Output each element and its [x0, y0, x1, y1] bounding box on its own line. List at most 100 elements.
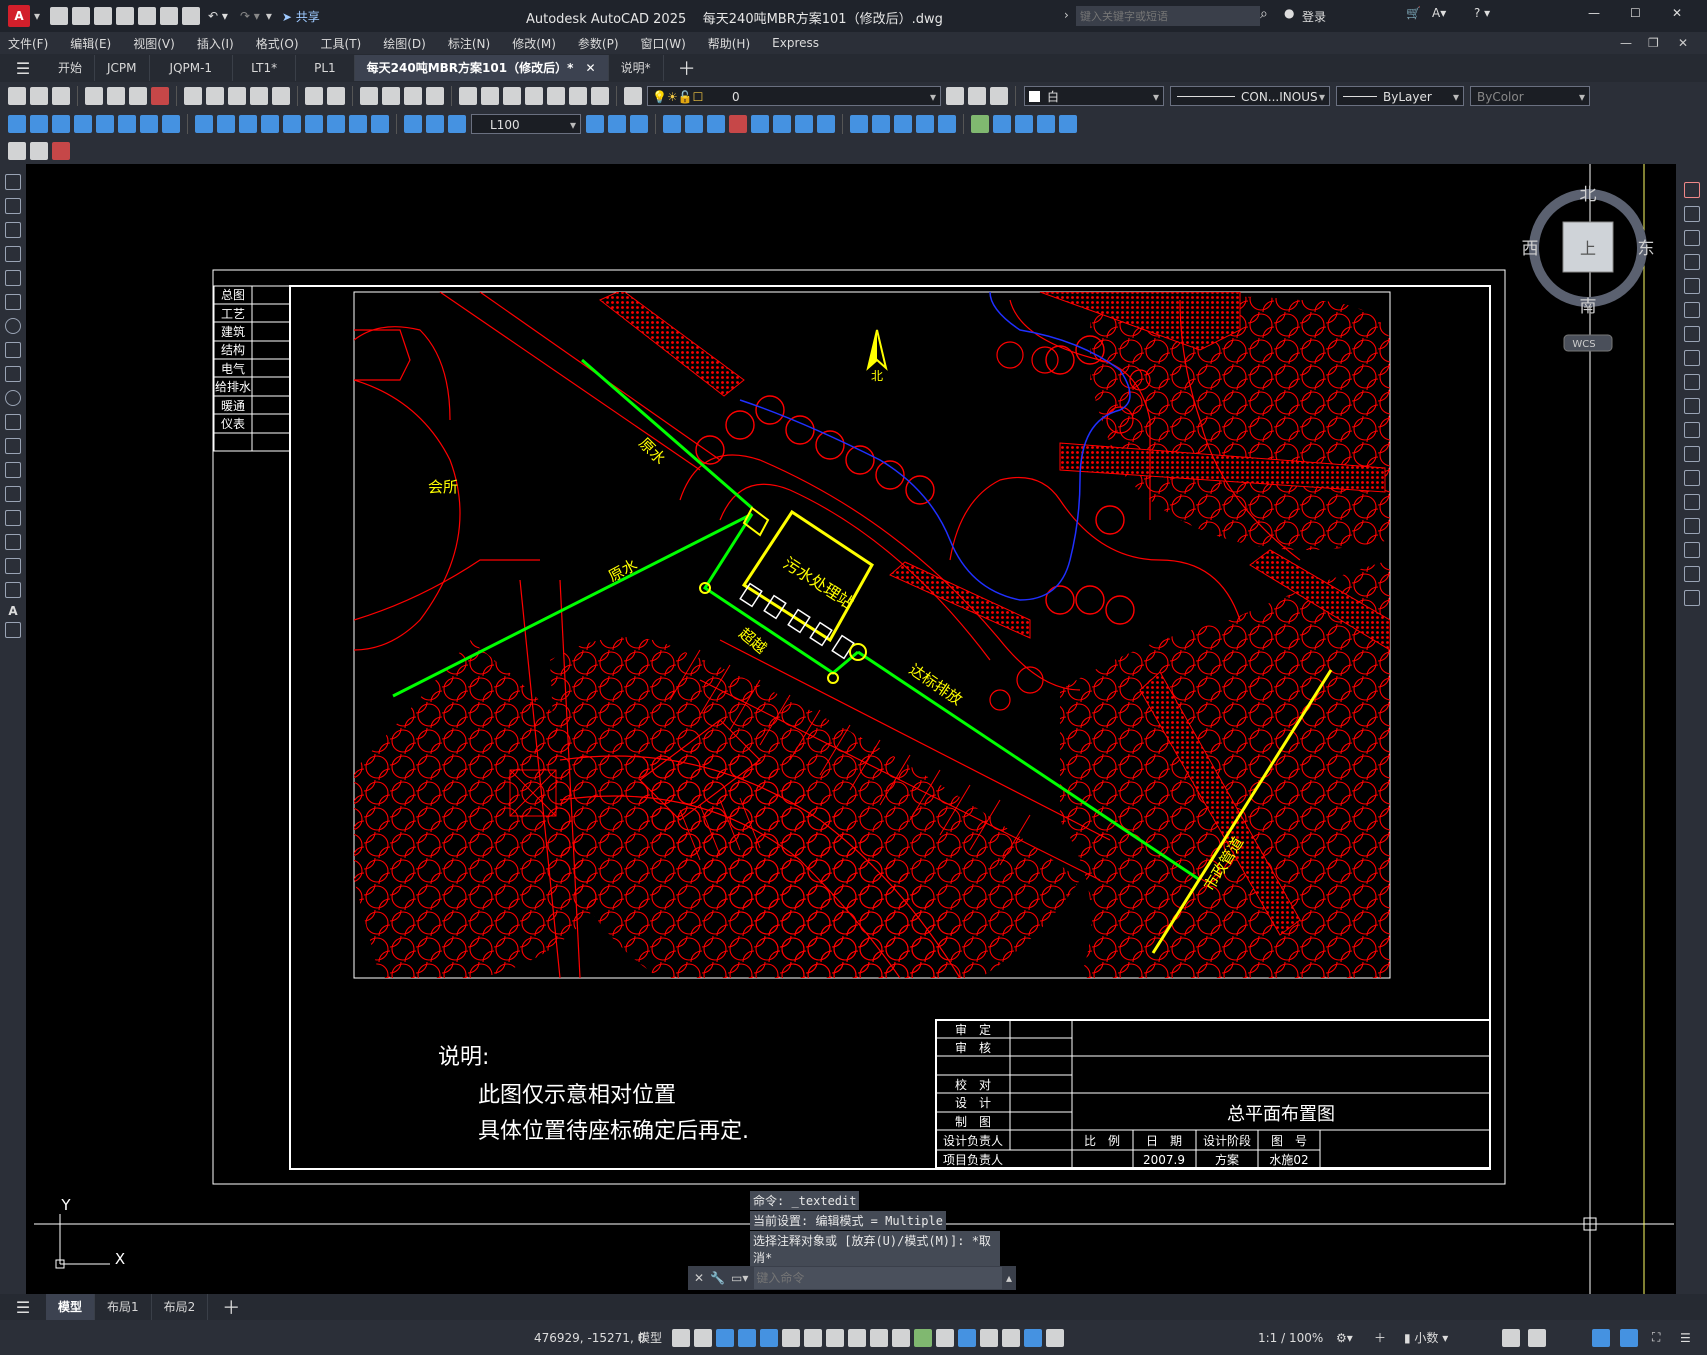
quick-properties-icon[interactable]	[1502, 1328, 1520, 1347]
dim-ordinate-icon[interactable]	[74, 115, 92, 133]
command-input[interactable]	[754, 1267, 1002, 1289]
drawing-canvas[interactable]: 总图 工艺 建筑 结构 电气 给排水 暖通 仪表 北 会所 原水 原水 污水处理…	[26, 164, 1676, 1294]
dim-arc-icon[interactable]	[52, 115, 70, 133]
menu-window[interactable]: 窗口(W)	[641, 35, 686, 52]
gizmo-icon[interactable]	[1002, 1328, 1020, 1347]
app-logo[interactable]: A	[8, 5, 30, 27]
qnew-icon[interactable]	[8, 87, 26, 105]
make-current-icon[interactable]	[946, 87, 964, 105]
explode-icon[interactable]	[1683, 590, 1700, 606]
modify-join-icon[interactable]	[872, 115, 890, 133]
modify-chamfer-icon[interactable]	[894, 115, 912, 133]
break-at-point-icon[interactable]	[1683, 446, 1700, 462]
print-icon[interactable]	[85, 87, 103, 105]
paste-icon[interactable]	[228, 87, 246, 105]
open-web-icon[interactable]	[138, 7, 157, 25]
publish-icon[interactable]	[129, 87, 147, 105]
bring-front-icon[interactable]	[993, 115, 1011, 133]
dim-aligned-icon[interactable]	[30, 115, 48, 133]
tab-pl1[interactable]: PL1	[296, 55, 355, 81]
tab-model[interactable]: 模型	[46, 1294, 96, 1320]
zoom-realtime-icon[interactable]	[382, 87, 400, 105]
doc-restore-icon[interactable]: ❐	[1648, 36, 1659, 50]
trim-icon[interactable]	[1683, 398, 1700, 414]
auto-scale-icon[interactable]	[1046, 1328, 1064, 1347]
tab-notes[interactable]: 说明*	[609, 55, 664, 81]
menu-draw[interactable]: 绘图(D)	[383, 35, 426, 52]
gradient-icon[interactable]	[5, 534, 21, 550]
markup-icon[interactable]	[547, 87, 565, 105]
redo-tool-icon[interactable]	[327, 87, 345, 105]
send-under-icon[interactable]	[1059, 115, 1077, 133]
mirror-icon[interactable]	[1683, 230, 1700, 246]
save-web-icon[interactable]	[160, 7, 179, 25]
match-prop-icon[interactable]	[250, 87, 268, 105]
annotation-scale[interactable]: 1:1 / 100%	[1258, 1331, 1323, 1345]
add-layout-icon[interactable]: ＋	[222, 1294, 240, 1320]
tab-layout1[interactable]: 布局1	[95, 1294, 152, 1320]
lineweight-icon[interactable]	[870, 1328, 888, 1347]
open-file-icon[interactable]	[72, 7, 91, 25]
modify-rotate-icon[interactable]	[707, 115, 725, 133]
menu-view[interactable]: 视图(V)	[133, 35, 175, 52]
wcs-menu[interactable]: WCS	[1572, 339, 1595, 350]
layer-dropdown[interactable]: 0 💡☀🔓☐	[647, 86, 941, 107]
grid-icon[interactable]	[672, 1328, 690, 1347]
modify-move-icon[interactable]	[685, 115, 703, 133]
menu-parametric[interactable]: 参数(P)	[578, 35, 619, 52]
dim-angular-icon[interactable]	[162, 115, 180, 133]
chamfer-icon[interactable]	[1683, 518, 1700, 534]
polygon-icon[interactable]	[5, 246, 21, 262]
attribute-manager-icon[interactable]	[52, 142, 70, 160]
viewcube-west[interactable]: 西	[1522, 239, 1539, 259]
modify-explode-icon[interactable]	[938, 115, 956, 133]
properties-icon[interactable]	[459, 87, 477, 105]
quickcalc-icon[interactable]	[569, 87, 587, 105]
pan-icon[interactable]	[360, 87, 378, 105]
units-dropdown[interactable]: ▮ 小数 ▾	[1404, 1329, 1448, 1346]
blend-icon[interactable]	[1683, 566, 1700, 582]
tab-layout2[interactable]: 布局2	[152, 1294, 209, 1320]
modify-copy-icon[interactable]	[586, 115, 604, 133]
doc-close-icon[interactable]: ✕	[1678, 36, 1688, 50]
model-space-button[interactable]: 模型	[638, 1329, 662, 1346]
dim-linear-icon[interactable]	[8, 115, 26, 133]
viewcube-north[interactable]: 北	[1580, 185, 1597, 205]
close-icon[interactable]: ✕	[1672, 6, 1682, 20]
draw-order-icon[interactable]	[971, 115, 989, 133]
dim-text-edit-icon[interactable]	[426, 115, 444, 133]
menu-modify[interactable]: 修改(M)	[512, 35, 556, 52]
arc-icon[interactable]	[5, 294, 21, 310]
polyline-icon[interactable]	[5, 222, 21, 238]
zoom-window-icon[interactable]	[404, 87, 422, 105]
lineweight-dropdown[interactable]: ByLayer	[1336, 86, 1464, 107]
layer-previous-icon[interactable]	[968, 87, 986, 105]
doc-minimize-icon[interactable]: —	[1620, 36, 1632, 50]
menu-format[interactable]: 格式(O)	[256, 35, 299, 52]
circle-icon[interactable]	[5, 318, 21, 334]
array-icon[interactable]	[1683, 278, 1700, 294]
viewcube[interactable]: 上 北 南 东 西 WCS	[1522, 185, 1655, 352]
save-as-icon[interactable]	[116, 7, 135, 25]
undo-icon[interactable]: ↶ ▾	[208, 9, 228, 23]
new-tab-icon[interactable]: ＋	[678, 55, 696, 81]
tab-close-icon[interactable]: ✕	[586, 61, 596, 75]
menu-file[interactable]: 文件(F)	[8, 35, 48, 52]
isolate-objects-icon[interactable]	[1592, 1328, 1610, 1347]
dim-jogged-icon[interactable]	[118, 115, 136, 133]
selection-cycling-icon[interactable]	[914, 1328, 932, 1347]
infer-constraints-icon[interactable]	[716, 1328, 734, 1347]
recent-commands-icon[interactable]: ▭▾	[731, 1271, 748, 1285]
move-icon[interactable]	[1683, 302, 1700, 318]
new-file-icon[interactable]	[50, 7, 69, 25]
save-icon[interactable]	[94, 7, 113, 25]
add-selected-icon[interactable]	[5, 622, 21, 638]
jogged-linear-icon[interactable]	[371, 115, 389, 133]
customize-qat-icon[interactable]: ▾	[266, 9, 272, 23]
ellipse-icon[interactable]	[5, 390, 21, 406]
stretch-icon[interactable]	[1683, 374, 1700, 390]
plot-icon[interactable]	[182, 7, 201, 25]
tolerance-icon[interactable]	[305, 115, 323, 133]
block-attribute-icon[interactable]	[8, 142, 26, 160]
command-expand-icon[interactable]: ▴	[1006, 1271, 1012, 1285]
